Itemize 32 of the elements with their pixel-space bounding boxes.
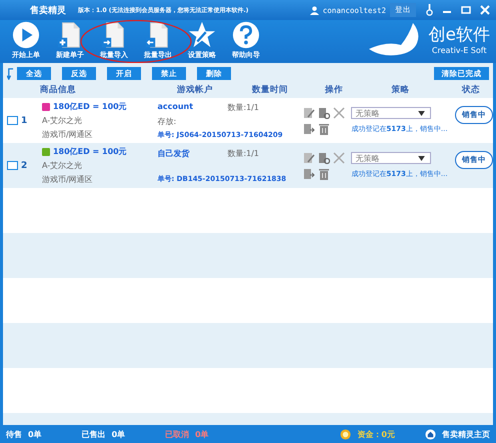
logo-name: 创e软件 <box>428 24 490 46</box>
column-header: 数量时间 <box>251 84 289 96</box>
quantity: 数量:1/1 <box>227 102 260 112</box>
game-account: account <box>157 102 194 112</box>
game-account: 自己发货 <box>157 148 190 158</box>
storage-label: 存放: <box>157 116 178 126</box>
product-category: 游戏币/网通区 <box>42 129 94 140</box>
product-title: 180亿ED = 100元 <box>52 146 127 157</box>
column-header: 策略 <box>390 84 410 96</box>
pending-count: 0单 <box>28 428 42 440</box>
logo-tagline: Creativ-E Soft <box>432 46 487 55</box>
sold-label: 已售出 <box>82 428 106 440</box>
funds-amount: 资金：0元 <box>357 428 395 440</box>
row-number: 2 <box>21 160 28 170</box>
pending-label: 待售 <box>6 428 22 440</box>
cancelled-label: 已取消 <box>165 428 190 440</box>
homepage-link[interactable]: 售卖精灵主页 <box>442 428 490 440</box>
strategy-dropdown[interactable]: 无策略 <box>351 152 432 164</box>
quantity: 数量:1/1 <box>227 148 260 158</box>
product-title: 180亿ED = 100元 <box>52 101 127 112</box>
cancelled-count: 0单 <box>195 428 209 440</box>
column-header: 操作 <box>324 84 344 96</box>
column-header: 游戏帐户 <box>176 84 214 96</box>
column-header: 商品信息 <box>40 84 77 96</box>
strategy-dropdown[interactable]: 无策略 <box>351 107 432 119</box>
product-category: 游戏币/网通区 <box>42 174 94 185</box>
server-name: A-艾尔之光 <box>42 115 84 126</box>
sold-count: 0单 <box>112 428 126 440</box>
window-title: 售卖精灵 <box>30 4 66 16</box>
server-name: A-艾尔之光 <box>42 160 84 171</box>
column-header: 状态 <box>460 84 481 96</box>
row-number: 1 <box>21 116 28 126</box>
